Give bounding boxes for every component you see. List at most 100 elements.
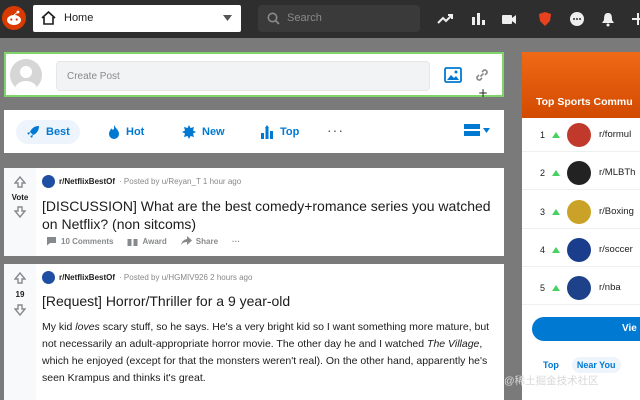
caret-down-icon [483,127,490,133]
rank-up-icon [552,285,560,291]
post-meta: r/NetflixBestOf · Posted by u/Reyan_T 1 … [42,175,241,188]
share-label: Share [195,236,219,246]
view-all-button[interactable]: Vie [532,317,640,341]
stats-icon[interactable] [470,11,486,27]
vote-count: 19 [15,290,25,299]
post-title[interactable]: [DISCUSSION] What are the best comedy+ro… [42,197,492,233]
sort-hot-label: Hot [126,126,145,138]
subreddit-link[interactable]: r/NetflixBestOf [59,273,115,282]
sort-new-button[interactable]: New [172,120,235,144]
gift-icon [127,236,138,246]
sort-best-button[interactable]: Best [16,120,80,144]
comment-icon [47,237,56,246]
community-name[interactable]: r/formul [599,129,631,140]
post-more-button[interactable]: ··· [232,237,240,246]
sort-best-label: Best [46,126,70,138]
post-body-emphasis: loves [75,321,100,333]
subreddit-icon [42,175,55,188]
home-icon [41,11,56,25]
upvote-arrow-icon[interactable] [14,272,26,284]
video-icon[interactable] [501,11,517,27]
layout-toggle-button[interactable] [464,124,490,136]
comments-button[interactable]: 10 Comments [46,236,113,246]
flame-icon [109,125,119,139]
community-name[interactable]: r/soccer [599,244,633,255]
subreddit-link[interactable]: r/NetflixBestOf [59,177,115,186]
plus-icon[interactable] [630,11,640,27]
post-card[interactable]: Vote r/NetflixBestOf · Posted by u/Reyan… [4,168,504,256]
sort-top-button[interactable]: Top [250,120,309,144]
watermark: @稀土掘金技术社区 [504,375,599,387]
search-input[interactable]: Search [258,5,420,32]
feed-selector[interactable]: Home [33,5,241,32]
sort-bar: Best Hot New Top ··· [4,110,504,153]
upvote-arrow-icon[interactable] [14,176,26,188]
community-rank: 1 [540,130,546,140]
cursor-crosshair-icon: + [478,86,489,100]
vote-column: 19 [4,264,36,400]
community-row[interactable]: 4 r/soccer [522,233,640,267]
shield-icon[interactable] [537,11,553,27]
trending-icon[interactable] [437,11,453,27]
award-button[interactable]: Award [127,236,167,246]
rank-up-icon [552,209,560,215]
rocket-icon [27,126,39,138]
community-name[interactable]: r/nba [599,282,621,293]
comments-label: 10 Comments [61,236,114,246]
sort-hot-button[interactable]: Hot [98,120,154,144]
widget-banner [522,52,640,118]
post-actions: 10 Comments Award Share ··· [46,236,240,246]
rank-up-icon [552,170,560,176]
chat-icon[interactable] [569,11,585,27]
search-placeholder: Search [287,12,322,24]
create-post-placeholder: Create Post [67,71,120,82]
link-icon[interactable] [474,67,490,83]
post-meta: r/NetflixBestOf · Posted by u/HGMIV926 2… [42,271,252,284]
reddit-logo[interactable] [2,6,26,30]
community-row[interactable]: 3 r/Boxing [522,195,640,229]
card-layout-icon [464,124,480,136]
avatar[interactable] [10,59,42,91]
community-rank: 3 [540,207,546,217]
community-rank: 2 [540,168,546,178]
search-icon [267,12,280,25]
post-body: My kid loves scary stuff, so he says. He… [42,319,498,387]
create-post-input[interactable]: Create Post [56,61,430,91]
create-post-bar: Create Post [4,52,504,97]
vote-count: Vote [11,193,29,202]
image-upload-icon[interactable] [444,67,462,83]
community-icon [567,123,591,147]
community-name[interactable]: r/Boxing [599,206,634,217]
community-icon [567,161,591,185]
post-card[interactable]: 19 r/NetflixBestOf · Posted by u/HGMIV92… [4,264,504,400]
community-row[interactable]: 5 r/nba [522,271,640,305]
tab-top[interactable]: Top [538,357,564,373]
community-icon [567,200,591,224]
bell-icon[interactable] [600,11,616,27]
post-body-emphasis: The Village [427,338,480,350]
feed-selector-label: Home [64,12,94,24]
share-icon [180,236,192,246]
community-rank: 5 [540,283,546,293]
share-button[interactable]: Share [180,236,219,246]
downvote-arrow-icon[interactable] [14,304,26,316]
community-rank: 4 [540,245,546,255]
rank-up-icon [552,132,560,138]
downvote-arrow-icon[interactable] [14,206,26,218]
post-title[interactable]: [Request] Horror/Thriller for a 9 year-o… [42,292,492,310]
view-all-label: Vie [622,323,637,334]
sort-top-label: Top [280,126,300,138]
post-byline: · Posted by u/Reyan_T 1 hour ago [119,177,242,186]
subreddit-icon [42,271,55,284]
widget-tabs: Top Near You [538,357,621,373]
community-name[interactable]: r/MLBTh [599,167,635,178]
burst-icon [182,125,196,139]
vote-column: Vote [4,168,36,256]
top-communities-widget: Top Sports Commu 1 r/formul 2 r/MLBTh 3 … [522,52,640,400]
community-row[interactable]: 2 r/MLBTh [522,156,640,190]
community-icon [567,238,591,262]
tab-near-you[interactable]: Near You [571,357,621,373]
community-row[interactable]: 1 r/formul [522,118,640,152]
rank-up-icon [552,247,560,253]
more-options-button[interactable]: ··· [327,122,344,138]
